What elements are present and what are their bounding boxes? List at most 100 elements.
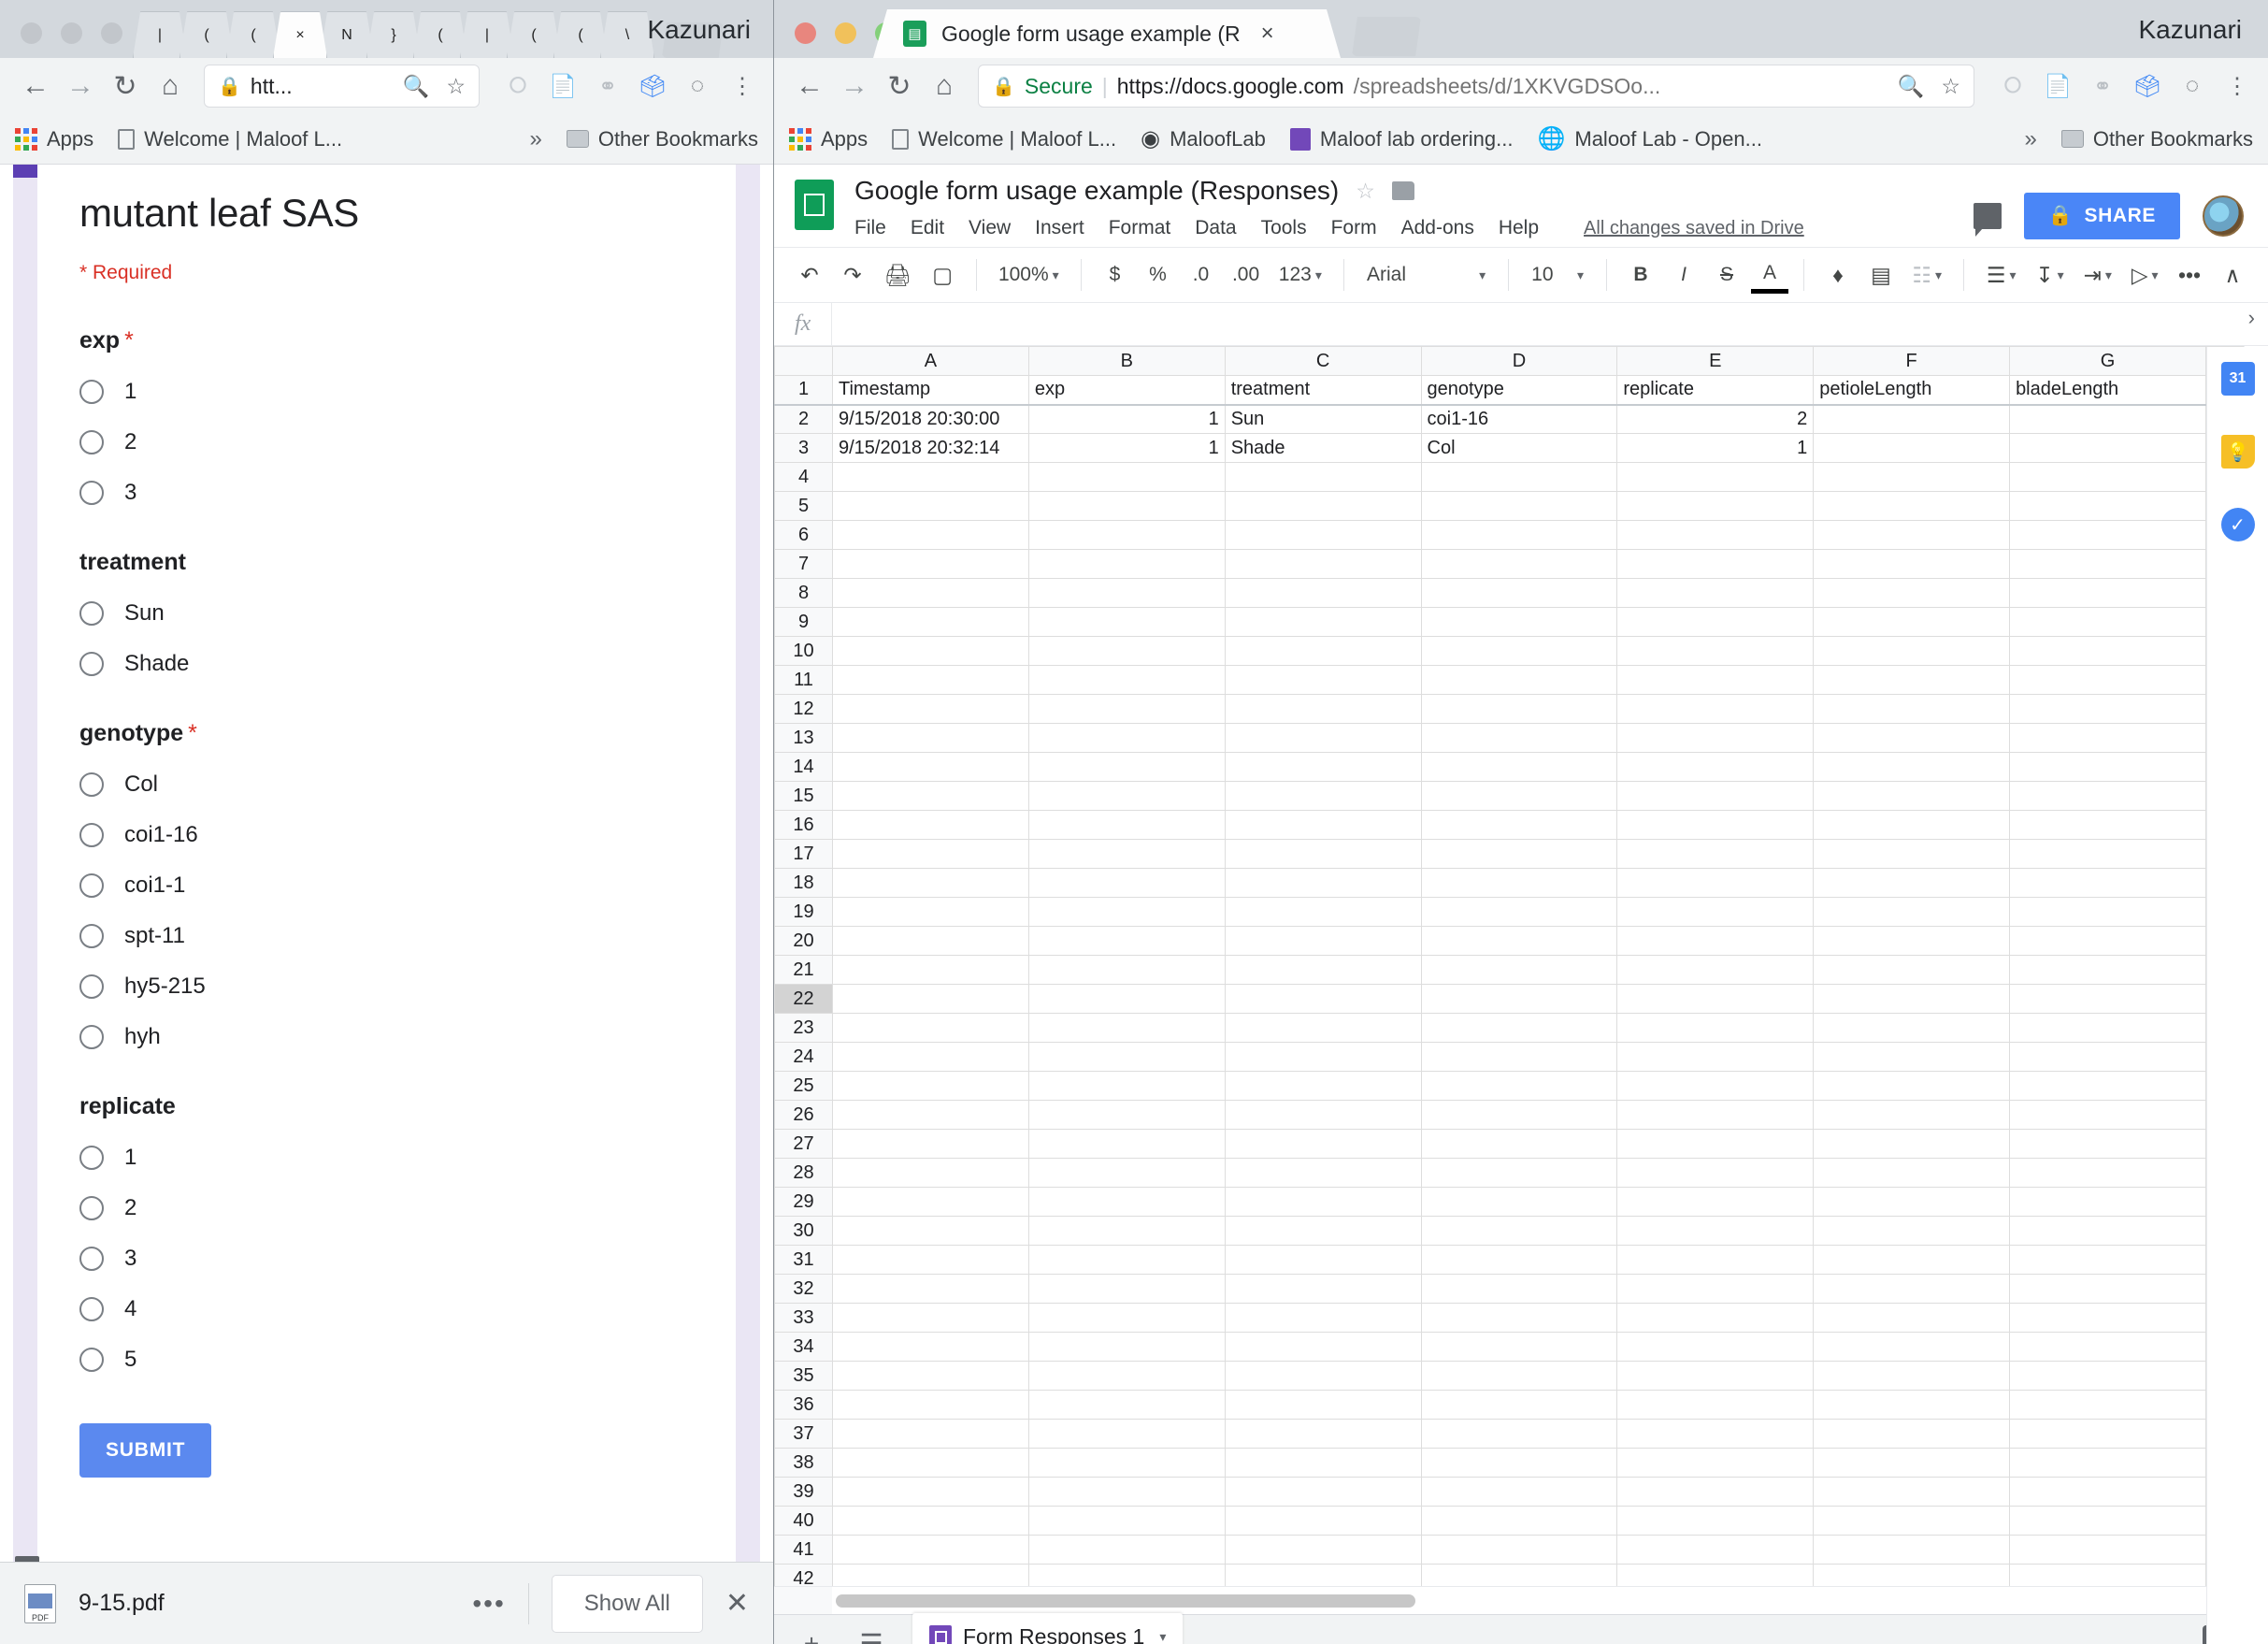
cell-D41[interactable] (1420, 1535, 1618, 1565)
cell-D13[interactable] (1420, 723, 1618, 753)
cell-G26[interactable] (2009, 1100, 2206, 1130)
cell-F37[interactable] (1813, 1419, 2011, 1449)
row-header-34[interactable]: 34 (774, 1332, 833, 1362)
browser-tab-3[interactable]: ( (226, 11, 280, 58)
cell-G22[interactable] (2009, 984, 2206, 1014)
column-header-F[interactable]: F (1813, 346, 2011, 376)
percent-format-button[interactable]: % (1139, 256, 1176, 294)
cell-A2[interactable]: 9/15/2018 20:30:00 (832, 404, 1029, 434)
chevron-down-icon[interactable]: ▾ (1159, 1629, 1166, 1644)
menu-view[interactable]: View (969, 217, 1011, 239)
cell-C28[interactable] (1224, 1158, 1422, 1188)
cell-A9[interactable] (832, 607, 1029, 637)
row-header-22[interactable]: 22 (774, 984, 833, 1014)
cell-C17[interactable] (1224, 839, 1422, 869)
cell-G21[interactable] (2009, 955, 2206, 985)
cell-D6[interactable] (1420, 520, 1618, 550)
row-header-6[interactable]: 6 (774, 520, 833, 550)
close-window-button[interactable] (795, 22, 816, 44)
cell-F15[interactable] (1813, 781, 2011, 811)
cell-G6[interactable] (2009, 520, 2206, 550)
menu-edit[interactable]: Edit (911, 217, 944, 239)
radio-button-icon[interactable] (79, 380, 104, 404)
cell-E33[interactable] (1616, 1303, 1815, 1333)
cell-C35[interactable] (1224, 1361, 1422, 1391)
cell-B14[interactable] (1027, 752, 1226, 782)
github-icon[interactable]: ◌ (2176, 70, 2208, 102)
cell-G41[interactable] (2009, 1535, 2206, 1565)
browser-tab-8[interactable]: | (460, 11, 514, 58)
cell-G23[interactable] (2009, 1013, 2206, 1043)
cell-G12[interactable] (2009, 694, 2206, 724)
cell-F13[interactable] (1813, 723, 2011, 753)
cell-C22[interactable] (1224, 984, 1422, 1014)
window-controls-left[interactable] (21, 22, 122, 44)
radio-option[interactable]: spt-11 (79, 923, 736, 949)
radio-button-icon[interactable] (79, 974, 104, 999)
row-header-20[interactable]: 20 (774, 926, 833, 956)
cell-C27[interactable] (1224, 1129, 1422, 1159)
cell-F32[interactable] (1813, 1274, 2011, 1304)
cell-E18[interactable] (1616, 868, 1815, 898)
radio-button-icon[interactable] (79, 873, 104, 898)
cell-D27[interactable] (1420, 1129, 1618, 1159)
cell-C32[interactable] (1224, 1274, 1422, 1304)
cell-E10[interactable] (1616, 636, 1815, 666)
cell-A33[interactable] (832, 1303, 1029, 1333)
cell-F3[interactable] (1813, 433, 2011, 463)
bookmark-welcome-maloof[interactable]: Welcome | Maloof L... (118, 127, 342, 151)
bookmark-welcome-maloof[interactable]: Welcome | Maloof L... (892, 127, 1116, 151)
column-header-D[interactable]: D (1420, 346, 1618, 376)
cell-B37[interactable] (1027, 1419, 1226, 1449)
row-header-33[interactable]: 33 (774, 1303, 833, 1333)
cell-F30[interactable] (1813, 1216, 2011, 1246)
row-header-41[interactable]: 41 (774, 1535, 833, 1565)
row-header-26[interactable]: 26 (774, 1100, 833, 1130)
cell-D14[interactable] (1420, 752, 1618, 782)
cell-A32[interactable] (832, 1274, 1029, 1304)
cell-F8[interactable] (1813, 578, 2011, 608)
cell-E24[interactable] (1616, 1042, 1815, 1072)
download-more-icon[interactable]: ••• (472, 1589, 505, 1619)
cell-G34[interactable] (2009, 1332, 2206, 1362)
cell-A4[interactable] (832, 462, 1029, 492)
cell-G16[interactable] (2009, 810, 2206, 840)
cell-G20[interactable] (2009, 926, 2206, 956)
cell-F33[interactable] (1813, 1303, 2011, 1333)
cell-F21[interactable] (1813, 955, 2011, 985)
sheet-tab-form-responses-1[interactable]: Form Responses 1 ▾ (912, 1613, 1184, 1644)
cell-E21[interactable] (1616, 955, 1815, 985)
font-family-select[interactable]: Arial ▾ (1359, 256, 1493, 294)
horizontal-scrollbar[interactable]: ◀ ▶ (774, 1586, 2268, 1614)
cell-B18[interactable] (1027, 868, 1226, 898)
merge-cells-icon[interactable]: ☷ ▾ (1905, 256, 1949, 294)
cell-A3[interactable]: 9/15/2018 20:32:14 (832, 433, 1029, 463)
currency-format-button[interactable]: $ (1096, 256, 1133, 294)
cell-G18[interactable] (2009, 868, 2206, 898)
cell-C29[interactable] (1224, 1187, 1422, 1217)
cell-G10[interactable] (2009, 636, 2206, 666)
cell-A7[interactable] (832, 549, 1029, 579)
profile-name-right[interactable]: Kazunari (2138, 15, 2242, 45)
browser-tab-10[interactable]: ( (553, 11, 608, 58)
cell-C20[interactable] (1224, 926, 1422, 956)
cell-E12[interactable] (1616, 694, 1815, 724)
cell-B40[interactable] (1027, 1506, 1226, 1536)
radio-button-icon[interactable] (79, 924, 104, 948)
radio-button-icon[interactable] (79, 1146, 104, 1170)
collapse-toolbar-icon[interactable]: ∧ (2214, 256, 2251, 294)
cell-E37[interactable] (1616, 1419, 1815, 1449)
cell-C6[interactable] (1224, 520, 1422, 550)
cell-E22[interactable] (1616, 984, 1815, 1014)
back-button[interactable]: ← (789, 65, 830, 107)
undo-button[interactable]: ↶ (791, 256, 828, 294)
cell-A15[interactable] (832, 781, 1029, 811)
cell-G24[interactable] (2009, 1042, 2206, 1072)
cell-G28[interactable] (2009, 1158, 2206, 1188)
cell-B38[interactable] (1027, 1448, 1226, 1478)
cell-G33[interactable] (2009, 1303, 2206, 1333)
zoom-level-select[interactable]: 100% ▾ (992, 256, 1065, 294)
close-shelf-icon[interactable]: ✕ (725, 1587, 749, 1620)
cell-B11[interactable] (1027, 665, 1226, 695)
cell-E5[interactable] (1616, 491, 1815, 521)
